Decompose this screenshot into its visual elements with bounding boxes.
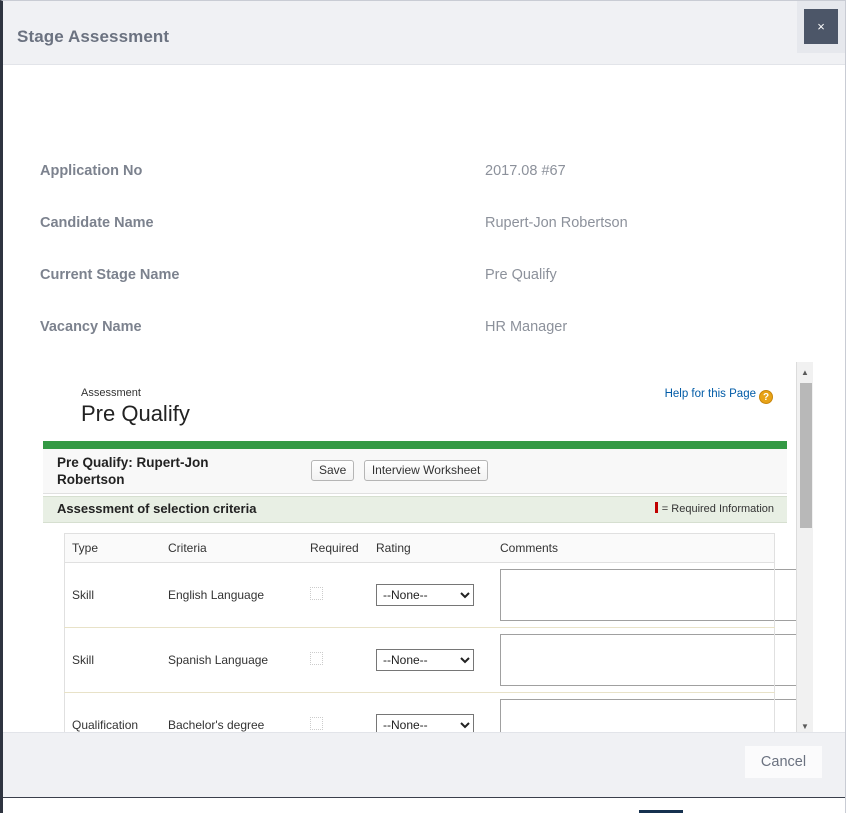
cell-required <box>303 693 369 738</box>
cell-type: Skill <box>65 563 162 628</box>
field-label: Application No <box>40 163 142 179</box>
field-value: 2017.08 #67 <box>485 163 566 179</box>
scrollbar-thumb[interactable] <box>800 383 812 528</box>
cell-required <box>303 628 369 693</box>
field-row-vacancy-name: Vacancy Name HR Manager <box>3 319 845 339</box>
scroll-up-arrow-icon[interactable]: ▲ <box>797 364 813 381</box>
field-value: Rupert-Jon Robertson <box>485 215 628 231</box>
table-row: Skill Spanish Language --None-- <box>65 628 775 693</box>
assessment-heading: Pre Qualify <box>81 401 190 427</box>
assessment-eyebrow: Assessment <box>81 387 190 400</box>
required-checkbox[interactable] <box>310 652 323 665</box>
field-row-application-no: Application No 2017.08 #67 <box>3 163 845 183</box>
cell-required <box>303 563 369 628</box>
comments-textarea[interactable] <box>500 569 813 621</box>
cancel-button[interactable]: Cancel <box>745 746 822 778</box>
section-header: Assessment of selection criteria = Requi… <box>43 496 787 523</box>
field-label: Vacancy Name <box>40 319 142 335</box>
field-value: HR Manager <box>485 319 567 335</box>
cell-type: Qualification <box>65 693 162 738</box>
cell-comments <box>493 563 775 628</box>
required-legend-label: = Required Information <box>662 503 774 515</box>
cell-criteria: Spanish Language <box>161 628 303 693</box>
required-information-legend: = Required Information <box>655 502 774 515</box>
rating-select[interactable]: --None-- <box>376 649 474 671</box>
field-label: Candidate Name <box>40 215 154 231</box>
section-title: Assessment of selection criteria <box>57 501 256 516</box>
column-header-criteria: Criteria <box>161 534 303 563</box>
help-icon[interactable]: ? <box>759 390 773 404</box>
close-button-container: × <box>797 1 845 53</box>
page-block-actions: Save Interview Worksheet <box>311 460 493 481</box>
help-for-this-page-link[interactable]: Help for this Page? <box>665 388 773 404</box>
close-icon[interactable]: × <box>804 9 838 44</box>
field-label: Current Stage Name <box>40 267 179 283</box>
bottom-strip <box>3 797 845 813</box>
panel-accent-bar <box>43 441 787 449</box>
save-button[interactable]: Save <box>311 460 354 481</box>
required-checkbox[interactable] <box>310 717 323 730</box>
modal-header: Stage Assessment × <box>3 1 845 65</box>
modal-body: Application No 2017.08 #67 Candidate Nam… <box>3 65 845 748</box>
field-row-current-stage-name: Current Stage Name Pre Qualify <box>3 267 845 287</box>
table-row: Skill English Language --None-- <box>65 563 775 628</box>
rating-select[interactable]: --None-- <box>376 584 474 606</box>
cell-rating: --None-- <box>369 563 493 628</box>
field-value: Pre Qualify <box>485 267 557 283</box>
cell-rating: --None-- <box>369 628 493 693</box>
table-header-row: Type Criteria Required Rating Comments <box>65 534 775 563</box>
required-checkbox[interactable] <box>310 587 323 600</box>
column-header-rating: Rating <box>369 534 493 563</box>
column-header-required: Required <box>303 534 369 563</box>
assessment-iframe-content: Assessment Pre Qualify Help for this Pag… <box>39 362 795 737</box>
column-header-comments: Comments <box>493 534 775 563</box>
page-block-title: Pre Qualify: Rupert-Jon Robertson <box>57 454 267 488</box>
required-mark-icon <box>655 502 658 513</box>
assessment-iframe: Assessment Pre Qualify Help for this Pag… <box>39 362 813 737</box>
table-row: Qualification Bachelor's degree --None-- <box>65 693 775 738</box>
interview-worksheet-button[interactable]: Interview Worksheet <box>364 460 489 481</box>
column-header-type: Type <box>65 534 162 563</box>
modal-footer: Cancel <box>3 732 845 797</box>
help-link-label: Help for this Page <box>665 388 756 400</box>
comments-textarea[interactable] <box>500 634 813 686</box>
cell-comments <box>493 693 775 738</box>
cell-rating: --None-- <box>369 693 493 738</box>
iframe-scrollbar[interactable]: ▲ ▼ <box>796 362 813 737</box>
cell-comments <box>493 628 775 693</box>
cell-criteria: English Language <box>161 563 303 628</box>
stage-assessment-modal: Stage Assessment × Application No 2017.0… <box>0 0 846 813</box>
criteria-table: Type Criteria Required Rating Comments S… <box>64 533 775 737</box>
page-block-header: Pre Qualify: Rupert-Jon Robertson Save I… <box>43 449 787 494</box>
cell-criteria: Bachelor's degree <box>161 693 303 738</box>
field-row-candidate-name: Candidate Name Rupert-Jon Robertson <box>3 215 845 235</box>
cell-type: Skill <box>65 628 162 693</box>
page-title: Stage Assessment <box>17 27 169 47</box>
assessment-title-block: Assessment Pre Qualify <box>81 387 190 427</box>
